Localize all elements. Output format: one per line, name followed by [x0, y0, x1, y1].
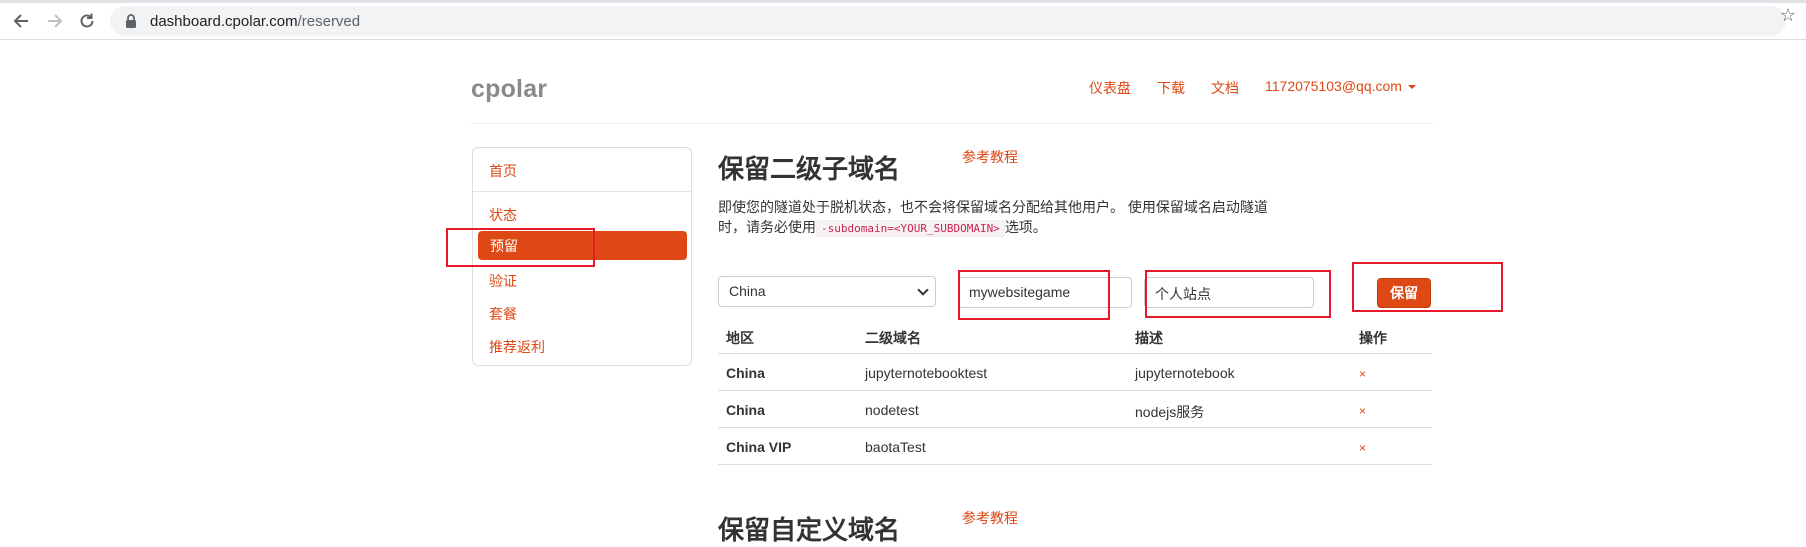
table-row-divider [718, 353, 1432, 354]
browser-toolbar: dashboard.cpolar.com/reserved ☆ [0, 0, 1806, 40]
description-after: 选项。 [1004, 219, 1047, 235]
chevron-down-icon [917, 284, 929, 296]
reference-link-custom-domain[interactable]: 参考教程 [962, 508, 1018, 528]
cell-subdomain: nodetest [865, 402, 919, 418]
caret-down-icon [1407, 85, 1416, 90]
table-row-divider [718, 464, 1432, 465]
annotation-box-sidebar [446, 228, 595, 267]
nav-dashboard[interactable]: 仪表盘 [1089, 78, 1131, 98]
annotation-box-description [1145, 270, 1331, 318]
cell-description: jupyternotebook [1135, 365, 1235, 381]
cell-region: China [726, 402, 765, 418]
section-title-custom-domain: 保留自定义域名 [718, 515, 901, 545]
cell-subdomain: baotaTest [865, 439, 926, 455]
account-email: 1172075103@qq.com [1265, 78, 1402, 94]
url-path: /reserved [297, 12, 361, 30]
sidebar-item-home[interactable]: 首页 [489, 161, 517, 181]
cell-region: China [726, 365, 765, 381]
column-header-action: 操作 [1359, 330, 1387, 346]
annotation-box-subdomain [958, 270, 1110, 320]
cell-description: nodejs服务 [1135, 404, 1205, 420]
delete-icon[interactable]: × [1359, 367, 1366, 381]
logo[interactable]: cpolar [471, 75, 547, 104]
table-row-divider [718, 427, 1432, 428]
sidebar-item-verify[interactable]: 验证 [489, 271, 517, 291]
star-icon[interactable]: ☆ [1780, 5, 1796, 26]
region-select-value: China [729, 283, 766, 299]
column-header-subdomain: 二级域名 [865, 330, 921, 346]
cell-region: China VIP [726, 439, 792, 455]
sidebar-item-plan[interactable]: 套餐 [489, 304, 517, 324]
sidebar-item-status[interactable]: 状态 [489, 205, 517, 225]
nav-docs[interactable]: 文档 [1211, 78, 1239, 98]
column-header-region: 地区 [726, 330, 754, 346]
nav-download[interactable]: 下载 [1157, 78, 1185, 98]
reload-icon[interactable] [74, 8, 100, 34]
delete-icon[interactable]: × [1359, 404, 1366, 418]
lock-icon [126, 14, 136, 28]
address-bar[interactable]: dashboard.cpolar.com/reserved [110, 6, 1786, 36]
header-divider [471, 123, 1433, 124]
description-text: 即使您的隧道处于脱机状态，也不会将保留域名分配给其他用户。 使用保留域名启动隧道… [718, 197, 1278, 239]
table-row-divider [718, 390, 1432, 391]
page-title: 保留二级子域名 [718, 154, 901, 184]
delete-icon[interactable]: × [1359, 441, 1366, 455]
arrow-left-icon[interactable] [8, 8, 34, 34]
cell-subdomain: jupyternotebooktest [865, 365, 988, 381]
sidebar-divider [473, 191, 691, 192]
tab-strip [0, 0, 1806, 3]
subdomain-code: -subdomain=<YOUR_SUBDOMAIN> [816, 220, 1005, 237]
annotation-box-save [1352, 262, 1503, 312]
url-host: dashboard.cpolar.com [150, 12, 298, 30]
reference-link[interactable]: 参考教程 [962, 147, 1018, 167]
column-header-description: 描述 [1135, 330, 1163, 346]
arrow-right-icon[interactable] [42, 8, 68, 34]
account-menu[interactable]: 1172075103@qq.com [1265, 78, 1416, 94]
region-select[interactable]: China [718, 276, 936, 307]
sidebar-item-referral[interactable]: 推荐返利 [489, 337, 545, 357]
